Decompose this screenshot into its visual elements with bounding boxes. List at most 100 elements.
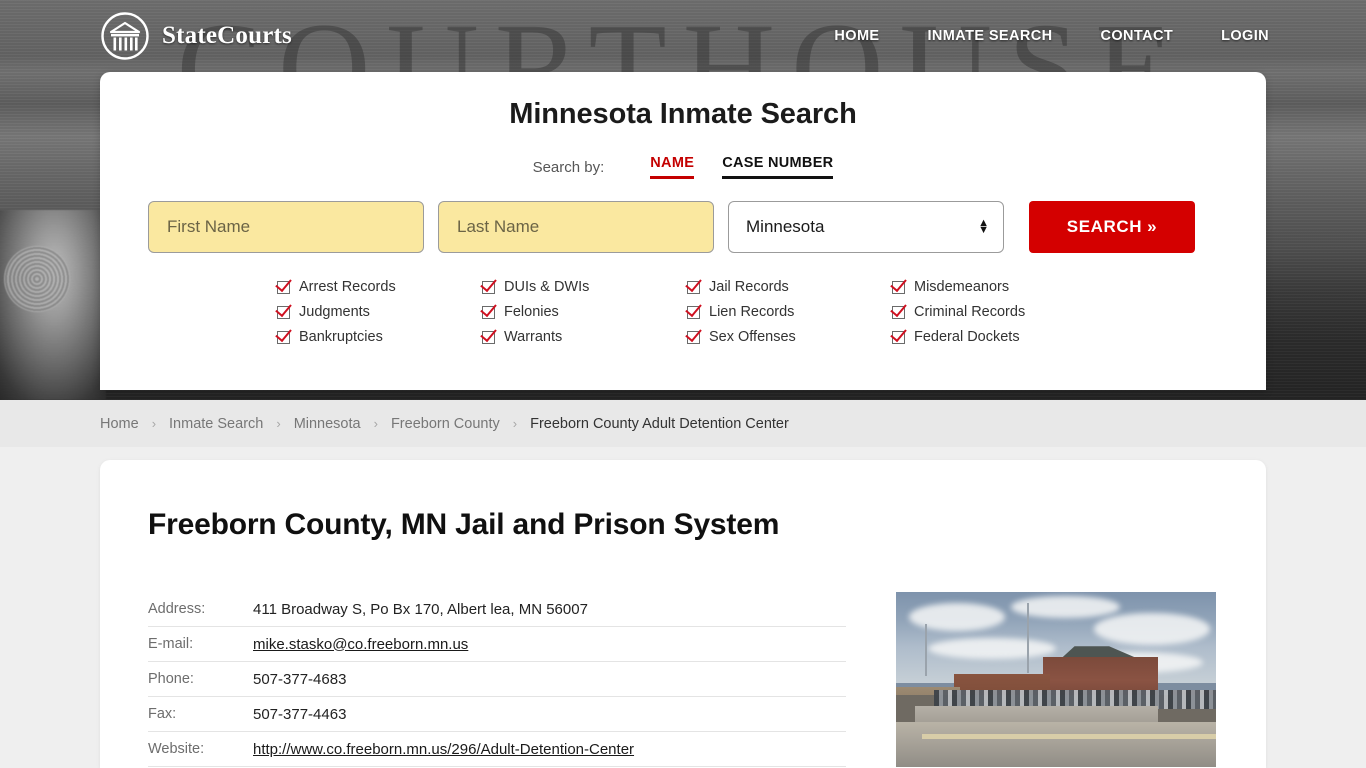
search-fields-row: Minnesota ▲▼ SEARCH» bbox=[100, 201, 1266, 253]
category-label: Misdemeanors bbox=[914, 279, 1010, 295]
category-item[interactable]: Felonies bbox=[482, 304, 687, 320]
category-item[interactable]: Judgments bbox=[277, 304, 482, 320]
breadcrumb-item-home[interactable]: Home bbox=[100, 416, 139, 432]
updown-chevron-icon: ▲ ▼ bbox=[978, 217, 989, 236]
photo-cloud bbox=[908, 602, 1005, 631]
nav-item-login[interactable]: LOGIN bbox=[1221, 28, 1269, 44]
photo-foreground-road bbox=[896, 721, 1216, 767]
info-label: Phone: bbox=[148, 671, 194, 687]
category-item[interactable]: Arrest Records bbox=[277, 279, 482, 295]
info-value-address: 411 Broadway S, Po Bx 170, Albert lea, M… bbox=[253, 600, 588, 618]
category-item[interactable]: Warrants bbox=[482, 329, 687, 345]
search-button[interactable]: SEARCH» bbox=[1029, 201, 1195, 253]
category-item[interactable]: Lien Records bbox=[687, 304, 892, 320]
table-row: Address: 411 Broadway S, Po Bx 170, Albe… bbox=[148, 592, 846, 627]
category-item[interactable]: Sex Offenses bbox=[687, 329, 892, 345]
checked-checkbox-icon bbox=[687, 305, 700, 319]
courthouse-circle-logo-icon bbox=[100, 11, 150, 61]
category-label: Federal Dockets bbox=[914, 329, 1020, 345]
checked-checkbox-icon bbox=[277, 280, 290, 294]
info-label: E-mail: bbox=[148, 636, 194, 652]
photo-curb bbox=[921, 734, 1216, 739]
chevron-right-icon: › bbox=[512, 416, 518, 431]
category-item[interactable]: Federal Dockets bbox=[892, 329, 1097, 345]
checked-checkbox-icon bbox=[482, 330, 495, 344]
facility-content-card: Freeborn County, MN Jail and Prison Syst… bbox=[100, 460, 1266, 768]
category-item[interactable]: Criminal Records bbox=[892, 304, 1097, 320]
checked-checkbox-icon bbox=[892, 280, 905, 294]
checked-checkbox-icon bbox=[687, 330, 700, 344]
category-label: Felonies bbox=[504, 304, 559, 320]
photo-antenna-mast bbox=[1027, 602, 1030, 673]
info-value-phone: 507-377-4683 bbox=[253, 670, 347, 688]
chevron-right-icon: › bbox=[276, 416, 281, 431]
chevron-right-icon: › bbox=[151, 416, 157, 431]
category-item[interactable]: Bankruptcies bbox=[277, 329, 482, 345]
category-label: Arrest Records bbox=[299, 279, 396, 295]
breadcrumb-bar: Home › Inmate Search › Minnesota › Freeb… bbox=[0, 400, 1366, 447]
info-label: Address: bbox=[148, 601, 206, 617]
table-row: E-mail: mike.stasko@co.freeborn.mn.us bbox=[148, 627, 846, 662]
table-row: Website: http://www.co.freeborn.mn.us/29… bbox=[148, 732, 846, 767]
category-label: Criminal Records bbox=[914, 304, 1026, 320]
info-value-website: http://www.co.freeborn.mn.us/296/Adult-D… bbox=[253, 741, 634, 758]
category-item[interactable]: Misdemeanors bbox=[892, 279, 1097, 295]
breadcrumb-item-minnesota[interactable]: Minnesota bbox=[294, 416, 361, 432]
search-by-label: Search by: bbox=[532, 159, 605, 176]
checked-checkbox-icon bbox=[277, 330, 290, 344]
category-label: Sex Offenses bbox=[709, 329, 796, 345]
photo-cloud bbox=[928, 637, 1056, 659]
first-name-input[interactable] bbox=[148, 201, 424, 253]
website-link[interactable]: http://www.co.freeborn.mn.us/296/Adult-D… bbox=[253, 741, 634, 758]
breadcrumb-item-inmate-search[interactable]: Inmate Search bbox=[169, 416, 263, 432]
checked-checkbox-icon bbox=[277, 305, 290, 319]
table-row: Fax: 507-377-4463 bbox=[148, 697, 846, 732]
category-item[interactable]: DUIs & DWIs bbox=[482, 279, 687, 295]
double-chevron-right-icon: » bbox=[1147, 217, 1158, 236]
page-title: Freeborn County, MN Jail and Prison Syst… bbox=[148, 508, 780, 541]
state-select[interactable]: Minnesota ▲ ▼ bbox=[728, 201, 1004, 253]
photo-antenna-mast bbox=[924, 623, 927, 676]
email-link[interactable]: mike.stasko@co.freeborn.mn.us bbox=[253, 636, 468, 653]
hero-banner: COURTHOUSE StateCourts HOME INMATE SEARC… bbox=[0, 0, 1366, 400]
checked-checkbox-icon bbox=[892, 305, 905, 319]
category-label: Lien Records bbox=[709, 304, 795, 320]
category-item[interactable]: Jail Records bbox=[687, 279, 892, 295]
info-value-email: mike.stasko@co.freeborn.mn.us bbox=[253, 636, 468, 653]
category-label: DUIs & DWIs bbox=[504, 279, 590, 295]
table-row: Phone: 507-377-4683 bbox=[148, 662, 846, 697]
checked-checkbox-icon bbox=[892, 330, 905, 344]
nav-item-contact[interactable]: CONTACT bbox=[1100, 28, 1173, 44]
checked-checkbox-icon bbox=[482, 305, 495, 319]
category-label: Judgments bbox=[299, 304, 370, 320]
checked-checkbox-icon bbox=[482, 280, 495, 294]
brand-logo[interactable]: StateCourts bbox=[100, 11, 292, 61]
nav-item-inmate-search[interactable]: INMATE SEARCH bbox=[928, 28, 1053, 44]
photo-cloud bbox=[1094, 613, 1210, 645]
breadcrumb-item-freeborn-county[interactable]: Freeborn County bbox=[391, 416, 500, 432]
tab-case-number[interactable]: CASE NUMBER bbox=[722, 155, 834, 179]
main-nav: HOME INMATE SEARCH CONTACT LOGIN bbox=[786, 28, 1269, 44]
breadcrumb-item-current: Freeborn County Adult Detention Center bbox=[530, 415, 789, 432]
top-navigation-bar: StateCourts HOME INMATE SEARCH CONTACT L… bbox=[0, 0, 1366, 72]
last-name-input[interactable] bbox=[438, 201, 714, 253]
nav-item-home[interactable]: HOME bbox=[834, 28, 879, 44]
tab-name[interactable]: NAME bbox=[650, 155, 695, 179]
search-by-tabs: Search by: NAME CASE NUMBER bbox=[100, 155, 1266, 179]
facility-photo bbox=[896, 592, 1216, 767]
search-panel-title: Minnesota Inmate Search bbox=[509, 98, 857, 130]
info-label: Website: bbox=[148, 741, 205, 757]
category-label: Jail Records bbox=[709, 279, 789, 295]
category-label: Warrants bbox=[504, 329, 563, 345]
info-value-fax: 507-377-4463 bbox=[253, 705, 347, 723]
record-category-list: Arrest Records DUIs & DWIs Jail Records … bbox=[100, 279, 1266, 345]
chevron-right-icon: › bbox=[373, 416, 378, 431]
breadcrumb: Home › Inmate Search › Minnesota › Freeb… bbox=[100, 416, 789, 432]
info-label: Fax: bbox=[148, 706, 177, 722]
facility-info-table: Address: 411 Broadway S, Po Bx 170, Albe… bbox=[148, 592, 846, 767]
checked-checkbox-icon bbox=[687, 280, 700, 294]
search-button-label: SEARCH bbox=[1066, 217, 1143, 236]
state-select-value: Minnesota bbox=[746, 217, 825, 236]
category-label: Bankruptcies bbox=[299, 329, 383, 345]
brand-name-text: StateCourts bbox=[162, 22, 292, 49]
